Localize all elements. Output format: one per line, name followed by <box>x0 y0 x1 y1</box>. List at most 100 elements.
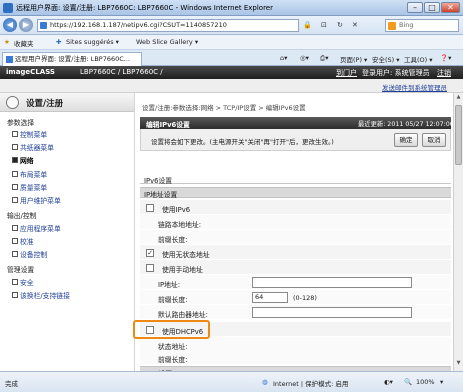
security-zone: Internet | 保护模式: 启用 <box>273 380 349 388</box>
sidebar-group-management: 管理设置 <box>7 266 35 274</box>
login-user: 登录用户: 系统管理员 <box>362 69 430 77</box>
bing-icon <box>388 22 396 30</box>
section-ipv6-label: IPv6设置 <box>144 177 173 185</box>
row-ip-address: IP地址: <box>140 275 451 290</box>
default-router-input[interactable] <box>252 307 412 318</box>
prefix-length-input[interactable]: 64 <box>252 292 288 303</box>
protected-mode-icon[interactable]: ◐▾ <box>384 378 393 386</box>
back-button[interactable]: ◀ <box>3 18 17 32</box>
print-icon[interactable]: ⎙▾ <box>320 54 328 63</box>
sidebar-item-calibration[interactable]: 校准 <box>12 236 34 246</box>
favorites-bar: ★ 收藏夹 ✚ Sites suggérés ▾ Web Slice Galle… <box>0 35 463 50</box>
fav-link-suggested[interactable]: Sites suggérés ▾ <box>66 38 119 46</box>
scroll-up-icon[interactable]: ▲ <box>455 94 462 103</box>
fav-link-webslice[interactable]: Web Slice Gallery ▾ <box>136 38 198 46</box>
device-model: LBP7660C / LBP7660C / <box>80 68 163 76</box>
search-input[interactable]: Bing <box>385 19 459 32</box>
close-button[interactable]: ✕ <box>441 2 460 13</box>
address-bar[interactable]: https://192.168.1.187/netipv6.cgi?CSUT=1… <box>37 19 299 32</box>
use-ipv6-checkbox[interactable] <box>146 204 154 212</box>
sidebar-item-control[interactable]: 控制菜单 <box>11 129 47 139</box>
add-favorite-icon[interactable]: ✚ <box>56 38 61 46</box>
globe-icon: ◍ <box>262 378 268 386</box>
sidebar-item-security[interactable]: 安全 <box>12 277 34 287</box>
use-manual-label: 使用手动地址 <box>162 266 203 274</box>
sidebar-header: 设置/注册 <box>0 93 134 112</box>
row-manual-prefix: 前缀长度: 64 (0-128) <box>140 290 451 305</box>
forward-button[interactable]: ▶ <box>19 18 33 32</box>
home-icon[interactable]: ⌂▾ <box>280 54 287 62</box>
url-text: https://192.168.1.187/netipv6.cgi?CSUT=1… <box>50 21 227 29</box>
app-header: imageCLASS LBP7660C / LBP7660C / 到门户 登录用… <box>0 66 463 79</box>
row-prefix-length: 前缀长度: <box>140 230 451 245</box>
logout-link[interactable]: 注销 <box>437 68 451 78</box>
sidebar-item-user-maint[interactable]: 用户维护菜单 <box>12 195 61 205</box>
app-subheader: 发送邮件到系统管理员 <box>0 79 463 93</box>
address-toolbar: ◀ ▶ https://192.168.1.187/netipv6.cgi?CS… <box>0 16 463 35</box>
portal-link[interactable]: 到门户 <box>336 68 357 78</box>
refresh-icon[interactable]: ↻ <box>337 21 343 29</box>
compat-view-icon[interactable]: ⊡ <box>321 21 327 29</box>
tab-page-icon <box>6 56 13 63</box>
menu-tools[interactable]: 工具(O) ▾ <box>404 54 433 64</box>
star-icon[interactable]: ★ <box>4 38 10 46</box>
stop-icon[interactable]: ✕ <box>352 21 358 29</box>
notice-text: 设置将会如下更改。(主电源开关"关闭"再"打开"后，更改生效。) <box>151 138 334 146</box>
use-stateless-checkbox[interactable]: ✓ <box>146 249 154 257</box>
row-link-local: 链路本地地址: <box>140 215 451 230</box>
dhcp-prefix-label: 前缀长度: <box>158 356 188 364</box>
dhcpv6-highlight-box <box>133 320 210 339</box>
page-title: 编辑IPv6设置 <box>146 121 190 129</box>
feeds-icon[interactable]: ◎▾ <box>300 54 309 62</box>
notice-panel: 设置将会如下更改。(主电源开关"关闭"再"打开"后，更改生效。) 确定 取消 <box>140 129 451 151</box>
sidebar-item-feeder[interactable]: 共纸器菜单 <box>12 142 54 152</box>
window-title: 远程用户界面: 设置/注册: LBP7660C: LBP7660C - Wind… <box>16 4 273 12</box>
sidebar-item-quality[interactable]: 质量菜单 <box>11 182 47 192</box>
zoom-level[interactable]: 100% <box>416 378 435 386</box>
favorites-button[interactable]: 收藏夹 <box>14 38 34 48</box>
window-titlebar: 远程用户界面: 设置/注册: LBP7660C: LBP7660C - Wind… <box>0 0 463 16</box>
row-use-stateless: ✓ 使用无状态地址 <box>140 245 451 260</box>
ok-button[interactable]: 确定 <box>394 133 418 147</box>
menu-safety[interactable]: 安全(S) ▾ <box>372 54 400 64</box>
sidebar-item-support-links[interactable]: 该换栏/支持链接 <box>12 290 70 300</box>
help-icon[interactable]: ❓▾ <box>440 54 451 62</box>
section-ip-address-label: IP地址设置 <box>144 191 178 199</box>
tab-remote-ui[interactable]: 远程用户界面: 设置/注册: LBP7660C... <box>2 52 142 66</box>
page-icon <box>40 22 47 29</box>
use-stateless-label: 使用无状态地址 <box>162 251 210 259</box>
sidebar-group-output: 输出/控制 <box>7 212 37 220</box>
ip-address-input[interactable] <box>252 277 412 288</box>
row-default-router: 默认路由器地址: <box>140 305 451 320</box>
row-use-ipv6: 使用IPv6 <box>140 200 451 215</box>
mail-sysadmin-link[interactable]: 发送邮件到系统管理员 <box>382 82 447 92</box>
sidebar-item-device-control[interactable]: 设备控制 <box>11 249 47 259</box>
use-ipv6-label: 使用IPv6 <box>162 206 191 214</box>
maximize-button[interactable]: □ <box>424 2 440 13</box>
minimize-button[interactable]: – <box>407 2 423 13</box>
menu-page[interactable]: 页面(P) ▾ <box>340 54 367 64</box>
settings-gear-icon <box>6 96 19 109</box>
use-manual-checkbox[interactable] <box>146 264 154 272</box>
sidebar: 设置/注册 参数选择 控制菜单 共纸器菜单 网络 布局菜单 质量菜单 用户维护菜… <box>0 93 135 371</box>
ip-address-label: IP地址: <box>158 281 180 289</box>
prefix-length-label: 前缀长度: <box>158 236 188 244</box>
ie-window-icon <box>3 3 13 13</box>
status-text: 完成 <box>5 380 18 388</box>
page-title-bar: 编辑IPv6设置 最近更新: 2011 05/27 12:07:00 <box>140 117 454 129</box>
https-lock-icon[interactable]: 🔒 <box>303 21 312 29</box>
zoom-icon[interactable]: 🔍 <box>404 378 412 386</box>
sidebar-item-network[interactable]: 网络 <box>12 155 34 165</box>
scroll-down-icon[interactable]: ▼ <box>455 360 462 369</box>
row-use-manual: 使用手动地址 <box>140 260 451 275</box>
vertical-scrollbar[interactable]: ▲ ▼ <box>453 93 463 371</box>
last-updated: 最近更新: 2011 05/27 12:07:00 <box>358 121 454 128</box>
zoom-dropdown-icon[interactable]: ▾ <box>440 378 443 386</box>
sidebar-item-application[interactable]: 应用程序菜单 <box>12 223 61 233</box>
sidebar-item-layout[interactable]: 布局菜单 <box>11 169 47 179</box>
section-ip-address: IP地址设置 <box>140 187 451 199</box>
cancel-button[interactable]: 取消 <box>422 133 446 147</box>
sidebar-title: 设置/注册 <box>26 99 64 109</box>
scroll-thumb[interactable] <box>455 105 462 165</box>
prefix-length-hint: (0-128) <box>293 294 317 302</box>
